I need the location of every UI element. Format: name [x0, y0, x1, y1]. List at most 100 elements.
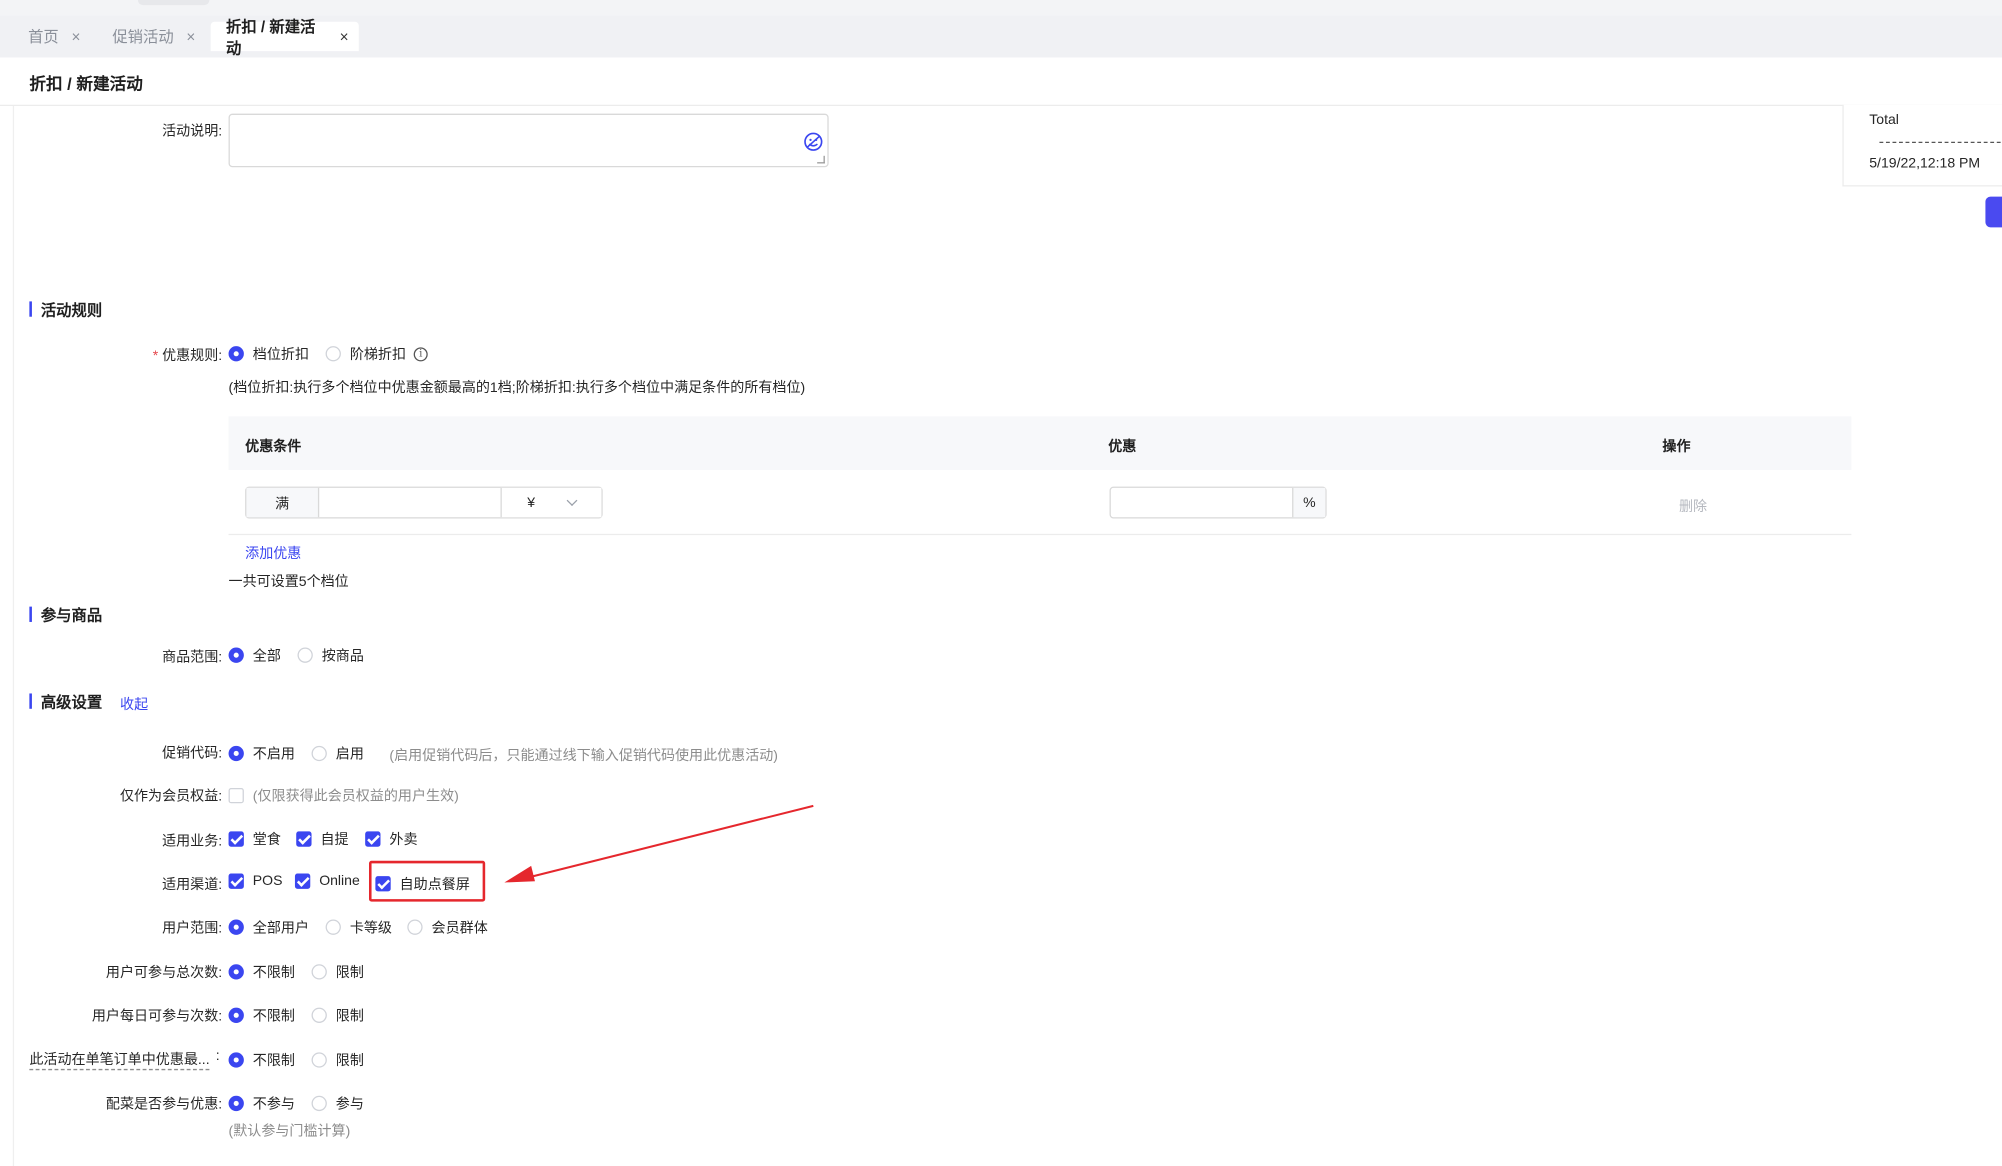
radio-order-limited[interactable]: 限制	[311, 1050, 364, 1070]
discount-table-header: 优惠条件 优惠 操作	[228, 416, 1852, 470]
checkbox-indicator	[294, 873, 311, 889]
dashed-divider	[1879, 141, 2002, 144]
option-label: 不启用	[252, 747, 295, 763]
tab-new-discount[interactable]: 折扣 / 新建活动 ×	[210, 17, 359, 57]
resize-handle[interactable]	[817, 155, 825, 164]
radio-promo-enabled[interactable]: 启用	[311, 743, 364, 763]
radio-indicator	[228, 1095, 244, 1112]
radio-all-products[interactable]: 全部	[228, 645, 281, 665]
checkbox-online[interactable]: Online	[294, 873, 360, 889]
radio-indicator	[311, 745, 327, 762]
checkbox-delivery[interactable]: 外卖	[365, 829, 418, 849]
business-label: 适用业务:	[162, 833, 223, 850]
member-only-hint: (仅限获得此会员权益的用户生效)	[252, 789, 459, 805]
total-label: Total	[1869, 112, 1899, 128]
checkbox-pos[interactable]: POS	[228, 873, 283, 889]
annotation-arrow	[504, 804, 814, 883]
option-label: 不限制	[252, 1053, 295, 1069]
close-icon[interactable]: ×	[72, 27, 81, 45]
radio-total-unlimited[interactable]: 不限制	[228, 962, 295, 982]
option-label: 阶梯折扣	[349, 347, 407, 363]
close-icon[interactable]: ×	[340, 27, 349, 45]
radio-indicator	[228, 919, 244, 935]
radio-order-unlimited[interactable]: 不限制	[228, 1050, 295, 1070]
checkbox-indicator	[296, 831, 312, 847]
chevron-down-icon	[566, 495, 578, 507]
description-textarea[interactable]	[228, 113, 829, 168]
total-times-label: 用户可参与总次数:	[105, 965, 223, 981]
radio-indicator	[311, 1052, 327, 1068]
option-label: 不限制	[252, 965, 295, 981]
add-discount-link[interactable]: 添加优惠	[245, 543, 301, 563]
side-dish-label: 配菜是否参与优惠:	[105, 1097, 223, 1113]
section-products: 参与商品	[29, 605, 102, 624]
emoji-icon[interactable]	[803, 132, 823, 156]
condition-prefix: 满	[246, 487, 320, 518]
tab-home[interactable]: 首页 ×	[13, 22, 93, 51]
table-row-divider	[228, 533, 1852, 536]
delete-button[interactable]: 删除	[1679, 496, 1707, 516]
option-label: 限制	[335, 965, 364, 981]
option-label: 全部	[252, 648, 281, 665]
checkbox-pickup[interactable]: 自提	[296, 829, 349, 849]
radio-promo-disabled[interactable]: 不启用	[228, 743, 295, 763]
header-divider	[0, 104, 2002, 106]
option-label: 限制	[335, 1008, 364, 1025]
rule-explanation: (档位折扣:执行多个档位中优惠金额最高的1档;阶梯折扣:执行多个档位中满足条件的…	[228, 380, 806, 396]
member-only-checkbox[interactable]: (仅限获得此会员权益的用户生效)	[228, 785, 459, 805]
side-float-button[interactable]	[1985, 196, 2002, 228]
section-title: 活动规则	[40, 300, 103, 319]
tab-label: 折扣 / 新建活动	[225, 17, 316, 57]
checkbox-indicator	[228, 873, 244, 889]
condition-amount-input[interactable]	[319, 488, 500, 517]
description-label: 活动说明:	[162, 123, 223, 140]
currency-select[interactable]: ¥	[500, 487, 602, 518]
radio-indicator	[407, 919, 423, 935]
option-label: Online	[319, 873, 360, 889]
radio-card-level[interactable]: 卡等级	[325, 917, 392, 937]
radio-step-discount[interactable]: 阶梯折扣	[325, 344, 428, 364]
member-only-label: 仅作为会员权益:	[119, 789, 223, 805]
currency-value: ¥	[527, 494, 536, 511]
column-header: 优惠	[1108, 439, 1137, 455]
annotation-highlight-box	[368, 860, 486, 902]
max-per-order-label[interactable]: 此活动在单笔订单中优惠最...	[29, 1048, 210, 1071]
radio-indicator	[228, 647, 244, 663]
collapse-link[interactable]: 收起	[120, 693, 148, 713]
section-title: 高级设置	[40, 692, 103, 711]
radio-daily-unlimited[interactable]: 不限制	[228, 1005, 295, 1025]
section-bar	[29, 693, 32, 709]
option-label: 限制	[335, 1053, 364, 1069]
radio-indicator	[228, 964, 244, 980]
option-label: 按商品	[321, 648, 364, 665]
radio-all-users[interactable]: 全部用户	[228, 917, 309, 937]
tab-bar: 首页 × 促销活动 × 折扣 / 新建活动 ×	[0, 15, 2002, 58]
radio-member-group[interactable]: 会员群体	[407, 917, 488, 937]
label-colon: :	[215, 1048, 220, 1064]
radio-indicator	[311, 964, 327, 980]
radio-indicator	[311, 1095, 327, 1112]
radio-daily-limited[interactable]: 限制	[311, 1005, 364, 1025]
daily-times-label: 用户每日可参与次数:	[91, 1008, 223, 1025]
radio-tier-discount[interactable]: 档位折扣	[228, 344, 309, 364]
radio-by-product[interactable]: 按商品	[297, 645, 364, 665]
side-summary-card: Total 5/19/22,12:18 PM	[1842, 104, 2002, 187]
section-rules: 活动规则	[29, 300, 103, 319]
tab-promotions[interactable]: 促销活动 ×	[97, 22, 208, 51]
checkbox-indicator	[228, 787, 244, 804]
option-label: POS	[252, 873, 283, 889]
radio-side-dish-excluded[interactable]: 不参与	[228, 1093, 295, 1113]
promo-code-hint: (启用促销代码后，只能通过线下输入促销代码使用此优惠活动)	[389, 748, 778, 764]
section-bar	[29, 301, 32, 317]
option-label: 自提	[320, 832, 349, 848]
radio-total-limited[interactable]: 限制	[311, 962, 364, 982]
checkbox-dine-in[interactable]: 堂食	[228, 829, 281, 849]
info-icon[interactable]	[413, 346, 428, 361]
option-label: 不限制	[252, 1008, 295, 1025]
option-label: 档位折扣	[252, 347, 309, 363]
discount-percent-input[interactable]	[1111, 488, 1292, 517]
radio-side-dish-included[interactable]: 参与	[311, 1093, 364, 1113]
option-label: 会员群体	[431, 920, 488, 937]
column-header: 操作	[1662, 439, 1691, 455]
close-icon[interactable]: ×	[186, 27, 195, 45]
